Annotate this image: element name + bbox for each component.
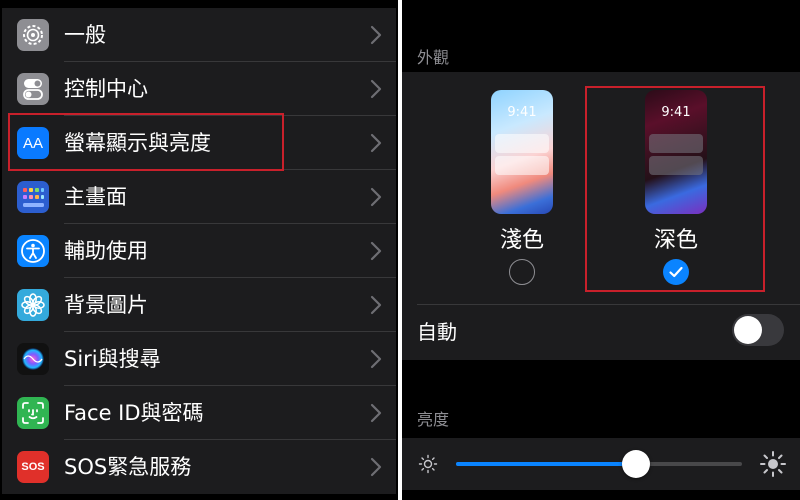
settings-item-display-brightness[interactable]: AA 螢幕顯示與亮度 [2, 116, 396, 170]
accessibility-icon [17, 235, 49, 267]
settings-list-panel: 一般 控制中心 AA 螢幕顯示與亮度 主畫面 輔助使用 背景圖片 Siri與搜尋… [0, 0, 398, 500]
chevron-right-icon [370, 133, 382, 153]
settings-item-control-center[interactable]: 控制中心 [2, 62, 396, 116]
dark-mode-preview: 9:41 [645, 90, 707, 214]
checkmark-icon [669, 266, 683, 278]
settings-item-label: SOS緊急服務 [64, 455, 192, 479]
automatic-label: 自動 [417, 320, 457, 344]
chevron-right-icon [370, 79, 382, 99]
chevron-right-icon [370, 403, 382, 423]
chevron-right-icon [370, 241, 382, 261]
sun-small-icon [418, 454, 438, 474]
settings-item-siri-search[interactable]: Siri與搜尋 [2, 332, 396, 386]
chevron-right-icon [370, 349, 382, 369]
chevron-right-icon [370, 457, 382, 477]
toggles-icon [17, 73, 49, 105]
settings-item-label: 螢幕顯示與亮度 [64, 131, 211, 155]
widget-placeholder [649, 156, 703, 175]
brightness-slider[interactable] [456, 462, 742, 466]
settings-item-label: Face ID與密碼 [64, 401, 204, 425]
automatic-row: 自動 [402, 304, 800, 360]
brightness-slider-fill [456, 462, 637, 466]
flower-icon [17, 289, 49, 321]
chevron-right-icon [370, 295, 382, 315]
settings-item-label: 背景圖片 [64, 293, 148, 317]
face-id-icon [17, 397, 49, 429]
settings-item-emergency-sos[interactable]: SOS SOS緊急服務 [2, 440, 396, 494]
chevron-right-icon [370, 187, 382, 207]
widget-placeholder [495, 134, 549, 153]
settings-item-face-id[interactable]: Face ID與密碼 [2, 386, 396, 440]
text-size-icon: AA [17, 127, 49, 159]
sun-large-icon [760, 451, 786, 477]
light-mode-preview: 9:41 [491, 90, 553, 214]
separator [417, 304, 800, 305]
siri-icon [17, 343, 49, 375]
settings-item-label: 主畫面 [64, 185, 127, 209]
display-settings-panel: 外觀 9:41 淺色 9:41 深色 自動 亮度 [402, 0, 800, 500]
toggle-knob [734, 316, 762, 344]
settings-item-general[interactable]: 一般 [2, 8, 396, 62]
chevron-right-icon [370, 25, 382, 45]
settings-item-label: Siri與搜尋 [64, 347, 161, 371]
appearance-option-label: 淺色 [499, 228, 544, 253]
radio-checked[interactable] [663, 259, 689, 285]
sos-icon: SOS [17, 451, 49, 483]
appearance-header: 外觀 [417, 48, 450, 67]
settings-item-label: 一般 [64, 23, 106, 47]
radio-unchecked[interactable] [509, 259, 535, 285]
widget-placeholder [495, 156, 549, 175]
brightness-card [402, 438, 800, 490]
settings-item-label: 輔助使用 [64, 239, 148, 263]
brightness-slider-thumb[interactable] [622, 450, 651, 478]
appearance-option-label: 深色 [653, 228, 698, 253]
brightness-header: 亮度 [417, 410, 450, 429]
home-grid-icon [17, 181, 49, 213]
settings-item-label: 控制中心 [64, 77, 148, 101]
automatic-toggle[interactable] [732, 314, 784, 346]
settings-item-wallpaper[interactable]: 背景圖片 [2, 278, 396, 332]
gear-icon [17, 19, 49, 51]
settings-item-home-screen[interactable]: 主畫面 [2, 170, 396, 224]
settings-item-accessibility[interactable]: 輔助使用 [2, 224, 396, 278]
widget-placeholder [649, 134, 703, 153]
